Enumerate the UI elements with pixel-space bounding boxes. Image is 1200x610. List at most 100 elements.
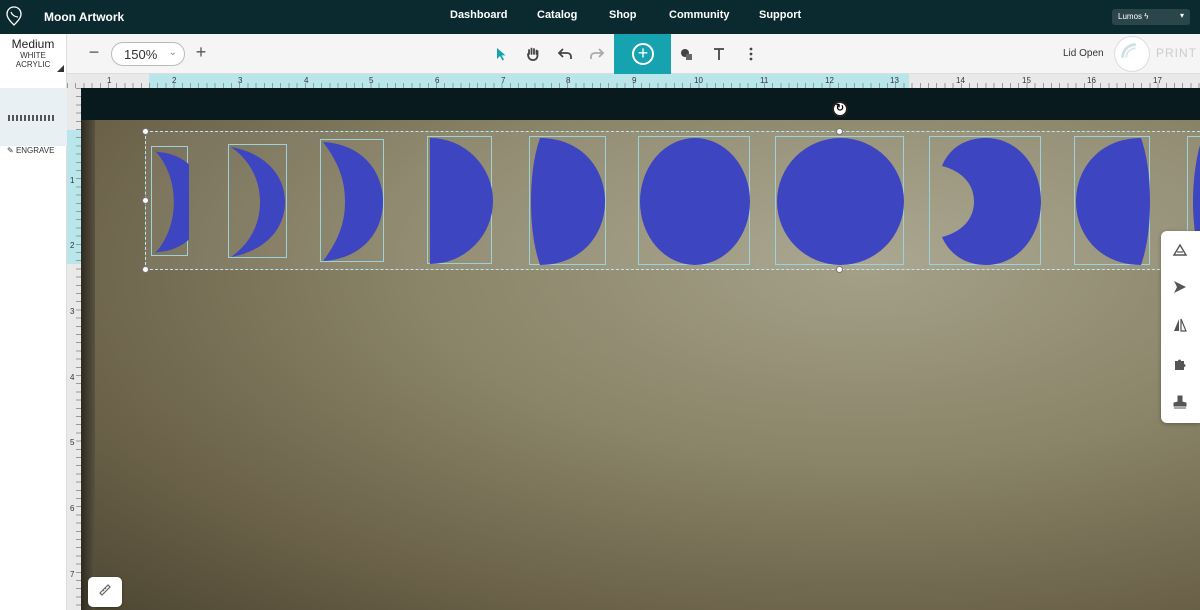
glowforge-logo-icon[interactable]	[6, 6, 22, 26]
add-artwork-button[interactable]: +	[614, 34, 671, 74]
ruler-label: 2	[70, 241, 75, 250]
pass-pattern-icon	[8, 115, 56, 121]
ruler-label: 6	[70, 504, 75, 513]
zoom-select[interactable]: 150% ⌄	[111, 42, 185, 66]
operations-panel: ✎ ENGRAVE	[0, 74, 67, 610]
zoom-out-button[interactable]: −	[84, 42, 104, 63]
print-label: PRINT	[1156, 46, 1197, 60]
nav-catalog[interactable]: Catalog	[537, 9, 577, 21]
print-dial-icon	[1114, 36, 1150, 72]
zoom-in-button[interactable]: +	[191, 42, 211, 63]
moon-phase-waning-gibbous[interactable]	[929, 136, 1041, 265]
ruler-label: 7	[501, 76, 506, 85]
nav-dashboard[interactable]: Dashboard	[450, 9, 507, 21]
resize-handle[interactable]	[142, 128, 149, 135]
ruler-label: 2	[172, 76, 177, 85]
top-navbar: Moon Artwork Dashboard Catalog Shop Comm…	[0, 0, 1200, 34]
resize-handle[interactable]	[142, 197, 149, 204]
plus-circle-icon: +	[632, 43, 654, 65]
select-pointer-icon[interactable]	[492, 45, 510, 63]
ruler-label: 5	[70, 438, 75, 447]
stamp-icon[interactable]	[1172, 394, 1188, 410]
ruler-label: 9	[632, 76, 637, 85]
moon-shape	[430, 138, 493, 264]
moon-shape	[531, 138, 605, 265]
design-canvas[interactable]: ↻	[81, 88, 1200, 610]
flip-icon[interactable]	[1172, 317, 1188, 333]
moon-phase-waxing-gibbous[interactable]	[529, 136, 606, 265]
pencil-icon: ✎	[7, 146, 14, 155]
ruler-label: 3	[70, 307, 75, 316]
horizontal-ruler: 1 2 3 4 5 6 7 8 9 10 11 12 13 14 15 16 1…	[67, 74, 1200, 88]
machine-name: Lumos ϟ	[1118, 12, 1149, 21]
ruler-label: 3	[238, 76, 243, 85]
lid-status: Lid Open	[1063, 48, 1104, 59]
moon-phase-full[interactable]	[775, 136, 904, 265]
resize-handle[interactable]	[142, 266, 149, 273]
moon-phase-gibbous[interactable]	[638, 136, 750, 265]
moon-shape	[155, 150, 189, 254]
more-options-icon[interactable]	[742, 45, 760, 63]
shapes-icon[interactable]	[678, 45, 696, 63]
resize-handle[interactable]	[836, 128, 843, 135]
nav-support[interactable]: Support	[759, 9, 801, 21]
print-button[interactable]: PRINT	[1112, 34, 1200, 74]
moon-phase-first-quarter[interactable]	[427, 136, 493, 264]
document-title[interactable]: Moon Artwork	[44, 10, 124, 24]
resize-handle[interactable]	[836, 266, 843, 273]
text-tool-icon[interactable]	[710, 45, 728, 63]
moon-shape	[640, 138, 750, 265]
chevron-down-icon: ▾	[1179, 11, 1184, 20]
moon-phase-crescent[interactable]	[228, 144, 287, 258]
machine-selector[interactable]: Lumos ϟ ▾	[1112, 9, 1190, 25]
ruler-label: 15	[1022, 76, 1031, 85]
ruler-label: 6	[435, 76, 440, 85]
operation-label: ✎ ENGRAVE	[7, 146, 54, 155]
ruler-icon	[99, 584, 111, 596]
material-name-line1: WHITE	[20, 51, 46, 60]
ruler-tool-button[interactable]	[88, 577, 122, 607]
puzzle-icon[interactable]	[1172, 356, 1188, 372]
ruler-label: 17	[1153, 76, 1162, 85]
nav-community[interactable]: Community	[669, 9, 730, 21]
ruler-label: 1	[70, 176, 75, 185]
moon-shape	[942, 138, 1041, 265]
ruler-label: 14	[956, 76, 965, 85]
ruler-label: 12	[825, 76, 834, 85]
moon-shape	[777, 138, 904, 265]
rotate-handle-icon[interactable]: ↻	[832, 101, 848, 117]
send-icon[interactable]	[1172, 279, 1188, 295]
ruler-label: 5	[369, 76, 374, 85]
operation-item[interactable]: ✎ ENGRAVE	[0, 88, 67, 155]
ruler-label: 8	[566, 76, 571, 85]
corner-indicator-icon	[57, 65, 64, 72]
ruler-label: 7	[70, 570, 75, 579]
moon-phase-waning-large[interactable]	[1074, 136, 1150, 265]
moon-shape	[1076, 138, 1150, 265]
ruler-label: 4	[304, 76, 309, 85]
moon-shape	[323, 142, 383, 261]
ruler-label: 13	[890, 76, 899, 85]
ruler-label: 16	[1087, 76, 1096, 85]
nav-shop[interactable]: Shop	[609, 9, 637, 21]
material-selector[interactable]: Medium WHITE ACRYLIC	[0, 34, 67, 74]
moon-phase-large-crescent[interactable]	[320, 139, 384, 262]
align-icon[interactable]	[1172, 242, 1188, 258]
ruler-label: 1	[107, 76, 112, 85]
toolbar: Medium WHITE ACRYLIC − 150% ⌄ + + Lid Op…	[0, 34, 1200, 74]
zoom-value: 150%	[124, 47, 158, 62]
moon-shape	[231, 147, 285, 257]
vertical-ruler: 1 2 3 4 5 6 7	[67, 88, 81, 610]
bed-edge	[81, 120, 95, 610]
right-tools-panel	[1161, 231, 1200, 423]
ruler-label: 4	[70, 373, 75, 382]
chevron-down-icon: ⌄	[168, 47, 177, 58]
moon-phase-thin-crescent[interactable]	[151, 146, 189, 256]
material-thickness: Medium	[11, 37, 55, 51]
undo-icon[interactable]	[556, 45, 574, 63]
pan-hand-icon[interactable]	[524, 45, 542, 63]
ruler-label: 10	[694, 76, 703, 85]
redo-icon[interactable]	[588, 45, 606, 63]
ruler-label: 11	[760, 76, 769, 85]
engrave-label: ENGRAVE	[15, 146, 55, 155]
